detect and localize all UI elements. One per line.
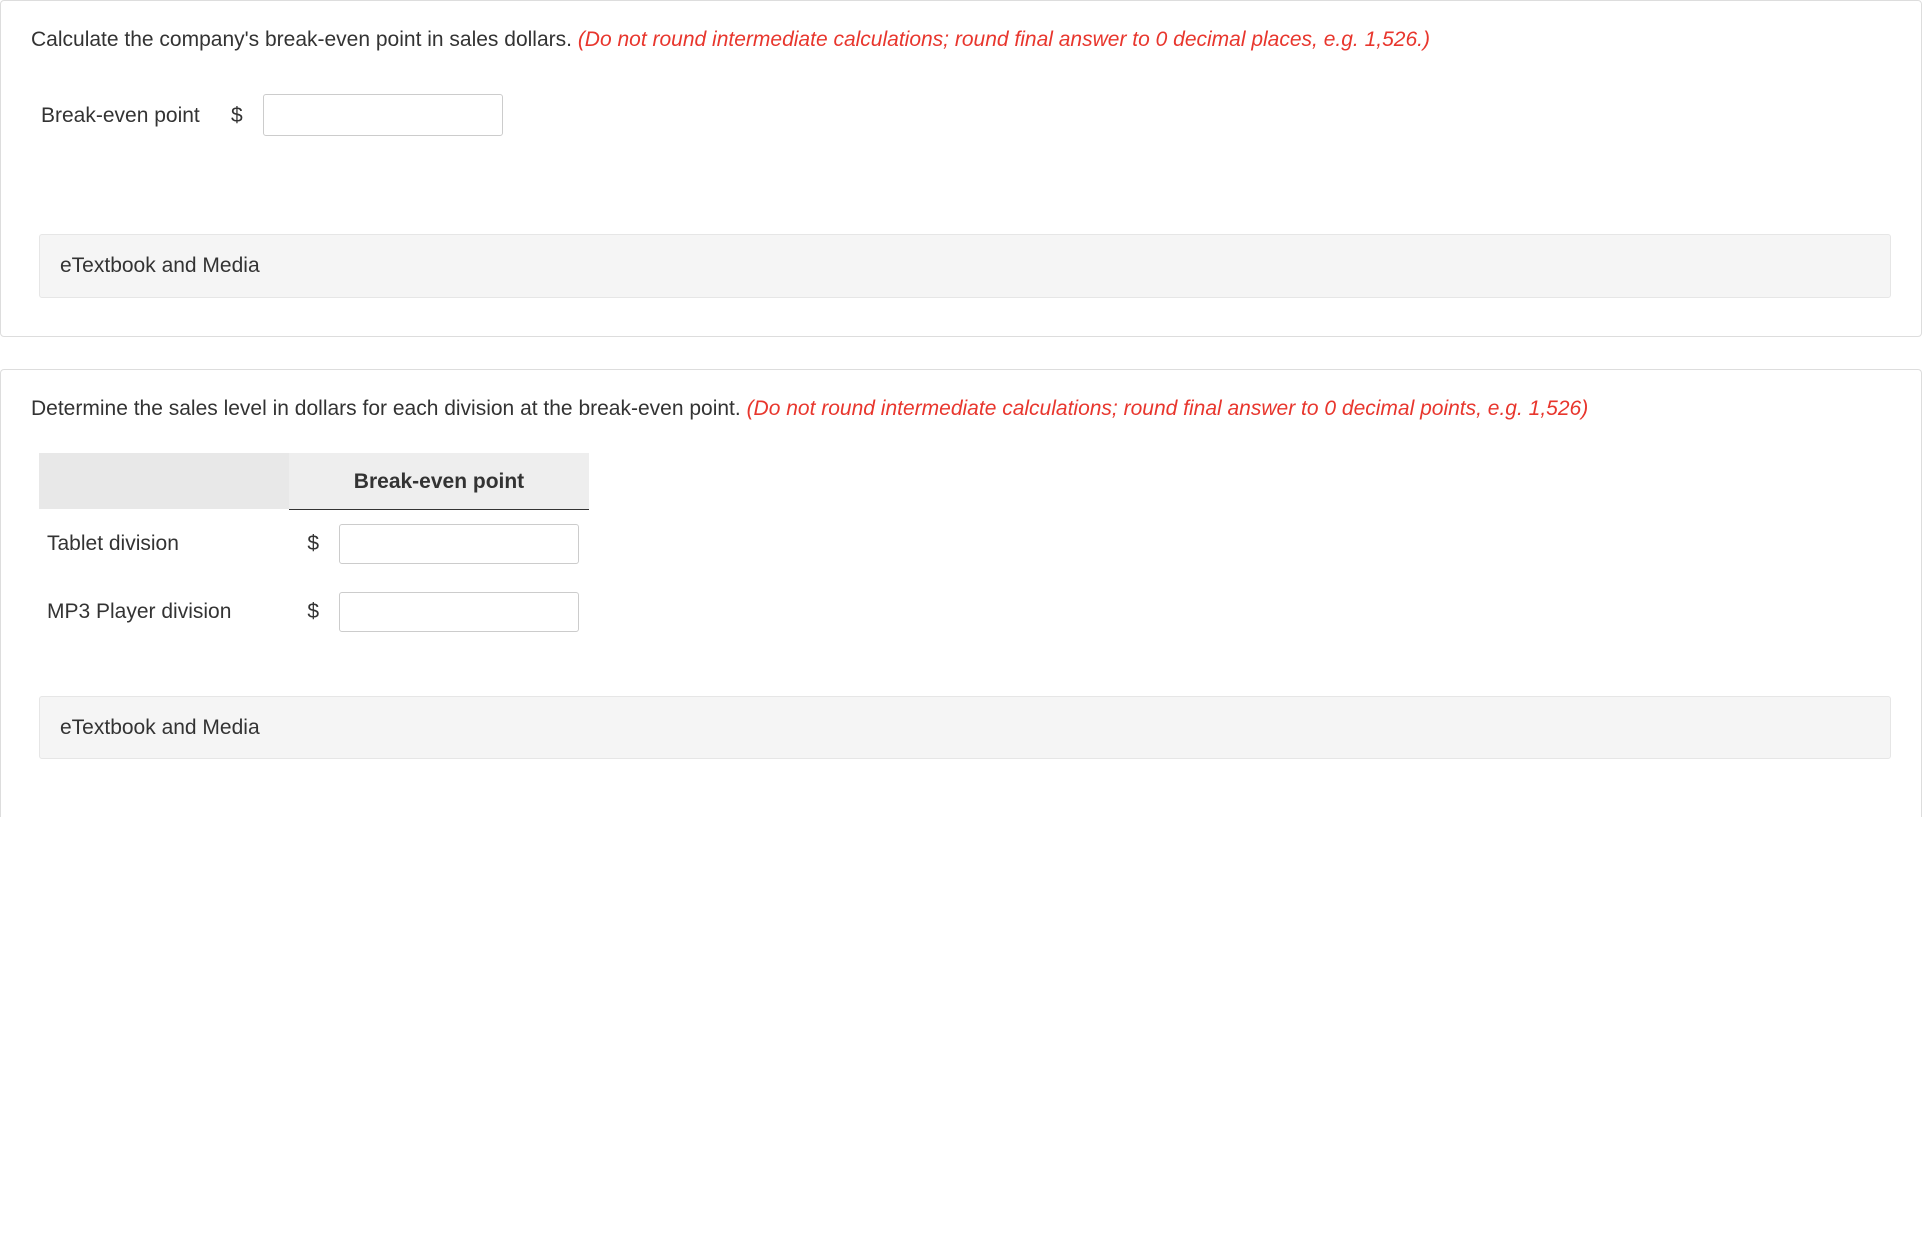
answer-row-breakeven: Break-even point $ <box>41 94 1891 136</box>
table-row: MP3 Player division $ <box>39 578 589 646</box>
prompt-hint-1: (Do not round intermediate calculations;… <box>578 28 1430 51</box>
table-row: Tablet division $ <box>39 509 589 578</box>
prompt-text-2: Determine the sales level in dollars for… <box>31 397 747 420</box>
row-label-mp3: MP3 Player division <box>39 578 289 646</box>
question-prompt-2: Determine the sales level in dollars for… <box>1 370 1921 433</box>
mp3-division-input[interactable] <box>339 592 579 632</box>
question-block-1: Calculate the company's break-even point… <box>0 0 1922 337</box>
table-header-empty <box>39 453 289 509</box>
breakeven-input[interactable] <box>263 94 503 136</box>
division-table-container: Break-even point Tablet division $ MP3 P… <box>1 433 1921 655</box>
row-label-tablet: Tablet division <box>39 509 289 578</box>
etextbook-button-1[interactable]: eTextbook and Media <box>39 234 1891 297</box>
division-table: Break-even point Tablet division $ MP3 P… <box>39 453 589 645</box>
currency-symbol-tablet: $ <box>289 509 329 578</box>
etextbook-button-2[interactable]: eTextbook and Media <box>39 696 1891 759</box>
question-block-2: Determine the sales level in dollars for… <box>0 369 1922 817</box>
currency-symbol-1: $ <box>231 101 243 130</box>
prompt-text-1: Calculate the company's break-even point… <box>31 28 578 51</box>
prompt-hint-2: (Do not round intermediate calculations;… <box>747 397 1589 420</box>
question-prompt-1: Calculate the company's break-even point… <box>1 1 1921 64</box>
table-header-breakeven: Break-even point <box>289 453 589 509</box>
answer-label-breakeven: Break-even point <box>41 101 211 130</box>
currency-symbol-mp3: $ <box>289 578 329 646</box>
tablet-division-input[interactable] <box>339 524 579 564</box>
answer-area-1: Break-even point $ <box>1 64 1921 194</box>
